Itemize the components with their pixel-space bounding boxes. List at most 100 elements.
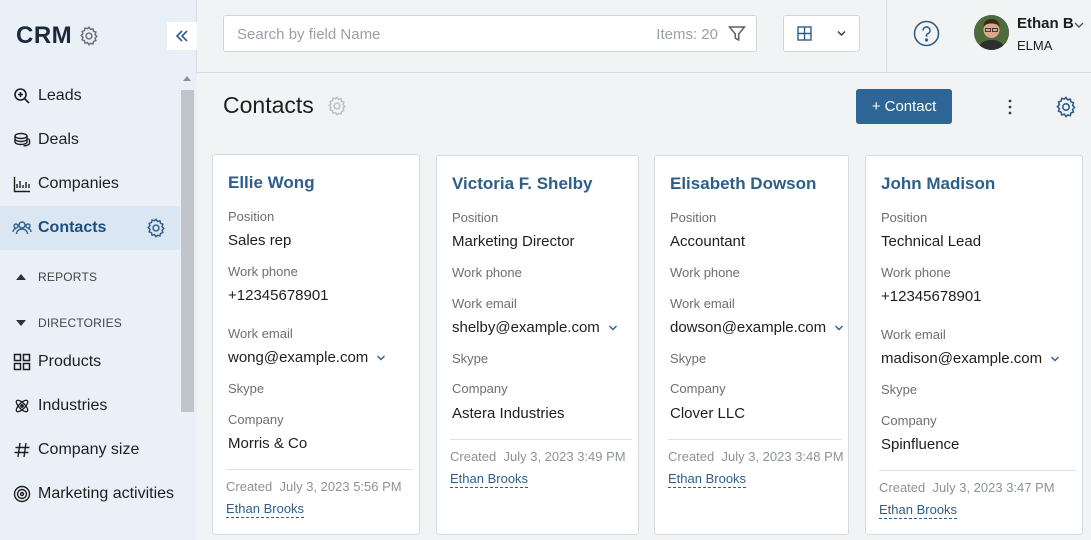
sidebar-item-label: Marketing activities [38, 485, 175, 502]
company-label: Company [670, 381, 726, 396]
sidebar-item-deals[interactable]: Deals [0, 118, 180, 162]
contact-card[interactable]: Ellie Wong Position Sales rep Work phone… [212, 154, 420, 535]
skype-label: Skype [670, 351, 707, 366]
company-value[interactable]: Morris & Co [228, 435, 307, 452]
people-icon [12, 218, 32, 238]
chevron-down-icon[interactable] [1073, 20, 1085, 30]
more-options-icon[interactable] [1002, 96, 1018, 118]
sidebar-item-industries[interactable]: Industries [0, 384, 180, 428]
user-photo [974, 15, 1009, 50]
work-phone-value[interactable]: +12345678901 [228, 287, 329, 304]
work-phone-value[interactable]: +12345678901 [881, 288, 982, 305]
position-value: Sales rep [228, 232, 292, 249]
company-value[interactable]: Astera Industries [452, 405, 565, 422]
contact-name[interactable]: John Madison [881, 174, 995, 194]
work-phone-label: Work phone [228, 264, 298, 279]
sidebar-item-company-size[interactable]: Company size [0, 428, 180, 472]
gear-icon[interactable] [326, 95, 348, 117]
view-switcher-button[interactable] [783, 15, 860, 52]
sidebar-item-companies[interactable]: Companies [0, 162, 180, 206]
gear-icon[interactable] [78, 25, 100, 47]
skype-label: Skype [881, 382, 918, 397]
chevron-down-icon[interactable] [608, 323, 618, 333]
sidebar-item-label: Deals [38, 131, 79, 148]
created-info: Created July 3, 2023 3:48 PM [668, 449, 844, 464]
sidebar-item-marketing-activities[interactable]: Marketing activities [0, 472, 180, 516]
contact-name[interactable]: Elisabeth Dowson [670, 174, 816, 194]
contact-card[interactable]: John Madison Position Technical Lead Wor… [865, 155, 1083, 535]
gear-icon[interactable] [145, 217, 167, 239]
sidebar-item-products[interactable]: Products [0, 340, 180, 384]
sidebar-item-label: Leads [38, 87, 82, 104]
created-label: Created [450, 449, 497, 464]
work-email-text[interactable]: wong@example.com [228, 349, 368, 366]
created-label: Created [226, 479, 273, 494]
grid-view-icon [797, 26, 812, 41]
company-label: Company [452, 381, 508, 396]
work-email-text[interactable]: shelby@example.com [452, 319, 600, 336]
work-email-text[interactable]: madison@example.com [881, 350, 1042, 367]
scroll-up-arrow-icon[interactable] [183, 76, 191, 81]
created-date: July 3, 2023 5:56 PM [279, 479, 402, 494]
created-info: Created July 3, 2023 3:47 PM [879, 480, 1055, 495]
collapse-sidebar-button[interactable] [167, 22, 197, 50]
expand-triangle-icon [16, 320, 26, 326]
sidebar: CRM Leads Deals Companies Contacts REPOR… [0, 0, 197, 540]
contact-card[interactable]: Elisabeth Dowson Position Accountant Wor… [654, 155, 849, 535]
contact-name[interactable]: Victoria F. Shelby [452, 174, 592, 194]
target-icon [12, 484, 32, 504]
search-zoom-icon [12, 86, 32, 106]
author-link[interactable]: Ethan Brooks [879, 502, 958, 519]
work-email-label: Work email [881, 327, 946, 342]
app-logo[interactable]: CRM [16, 22, 72, 50]
position-label: Position [452, 210, 499, 225]
page-title: Contacts [223, 92, 314, 118]
search-input[interactable]: Search by field Name Items: 20 [223, 15, 757, 52]
work-email-text[interactable]: dowson@example.com [670, 319, 826, 336]
work-phone-label: Work phone [452, 265, 522, 280]
gear-icon[interactable] [1054, 95, 1078, 119]
work-email-value[interactable]: wong@example.com [228, 349, 386, 366]
skype-label: Skype [452, 351, 489, 366]
items-count: Items: 20 [656, 26, 718, 43]
card-divider [226, 469, 413, 470]
collapse-triangle-icon [16, 274, 26, 280]
author-link[interactable]: Ethan Brooks [668, 471, 747, 488]
position-label: Position [228, 209, 275, 224]
skype-label: Skype [228, 381, 265, 396]
card-divider [450, 439, 632, 440]
company-label: Company [881, 413, 937, 428]
company-value[interactable]: Spinfluence [881, 436, 959, 453]
company-label: Company [228, 412, 284, 427]
work-email-value[interactable]: shelby@example.com [452, 319, 618, 336]
work-email-value[interactable]: madison@example.com [881, 350, 1060, 367]
filter-icon[interactable] [727, 24, 747, 44]
work-email-value[interactable]: dowson@example.com [670, 319, 844, 336]
sidebar-item-leads[interactable]: Leads [0, 74, 180, 118]
sidebar-item-label: Company size [38, 441, 140, 458]
help-icon[interactable] [913, 20, 940, 47]
sidebar-scrollbar-thumb[interactable] [181, 90, 194, 412]
contact-name[interactable]: Ellie Wong [228, 173, 315, 193]
sidebar-section-directories[interactable]: DIRECTORIES [16, 316, 122, 330]
sidebar-item-contacts[interactable]: Contacts [0, 206, 180, 250]
chevron-down-icon[interactable] [1050, 354, 1060, 364]
add-contact-button[interactable]: + Contact [856, 89, 952, 124]
sidebar-item-label: Companies [38, 175, 119, 192]
author-link[interactable]: Ethan Brooks [226, 501, 305, 518]
contact-card[interactable]: Victoria F. Shelby Position Marketing Di… [436, 155, 639, 535]
created-info: Created July 3, 2023 3:49 PM [450, 449, 626, 464]
avatar[interactable] [974, 15, 1009, 50]
chevron-down-icon[interactable] [834, 323, 844, 333]
chevron-down-icon[interactable] [376, 353, 386, 363]
card-divider [879, 470, 1076, 471]
created-date: July 3, 2023 3:47 PM [932, 480, 1055, 495]
sidebar-section-reports[interactable]: REPORTS [16, 270, 97, 284]
chart-icon [12, 174, 32, 194]
company-value[interactable]: Clover LLC [670, 405, 745, 422]
position-label: Position [670, 210, 717, 225]
sidebar-item-label: Products [38, 353, 102, 370]
author-link[interactable]: Ethan Brooks [450, 471, 529, 488]
user-name[interactable]: Ethan B [1017, 15, 1074, 32]
card-divider [668, 439, 842, 440]
